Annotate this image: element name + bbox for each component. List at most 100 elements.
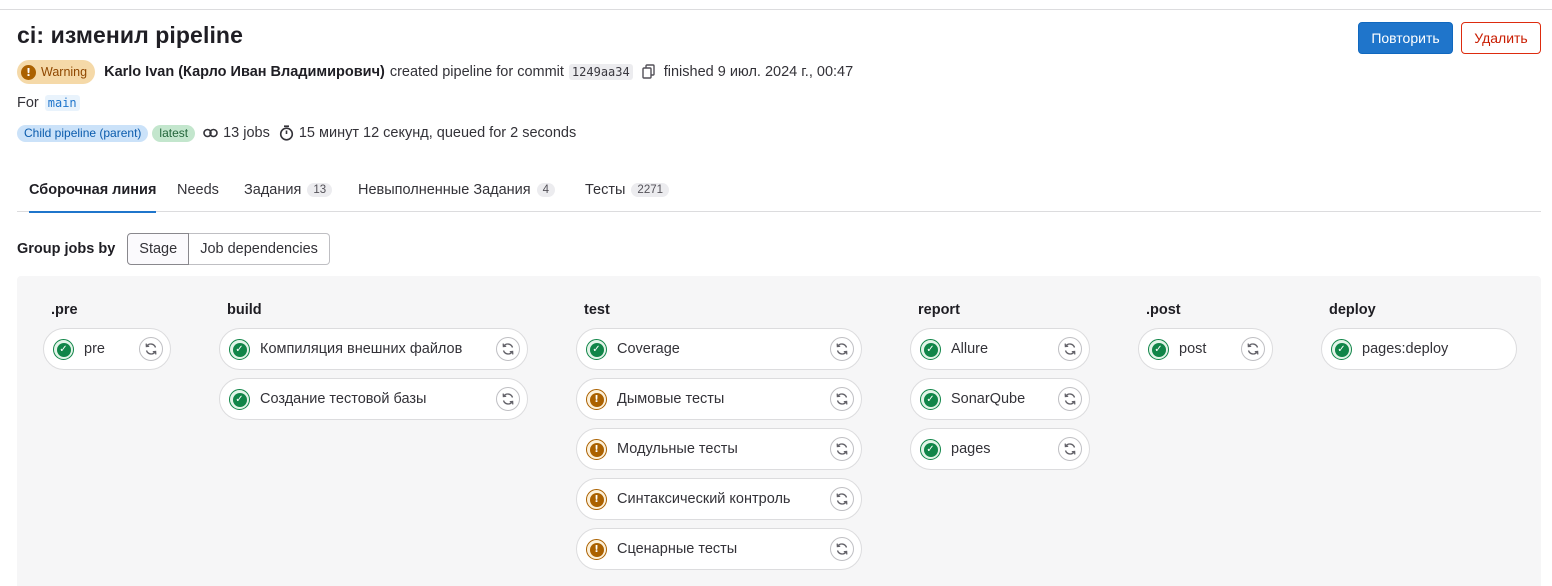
check-circle-icon: ✓ — [1148, 339, 1169, 360]
job-name: Coverage — [617, 341, 680, 357]
stage-title: .post — [1146, 302, 1181, 318]
job-item[interactable]: ✓ pages:deploy — [1321, 328, 1517, 370]
check-circle-icon: ✓ — [1331, 339, 1352, 360]
group-toggle: Stage Job dependencies — [127, 232, 330, 265]
check-circle-icon: ✓ — [229, 389, 250, 410]
retry-icon[interactable] — [1058, 387, 1082, 411]
job-item[interactable]: ✓ post — [1138, 328, 1273, 370]
job-item[interactable]: ✓ SonarQube — [910, 378, 1090, 420]
job-item[interactable]: ✓ Coverage — [576, 328, 862, 370]
tab-label: Needs — [177, 182, 219, 198]
tab-tests[interactable]: Тесты 2271 — [585, 168, 670, 212]
job-name: Allure — [951, 341, 989, 357]
status-glyph: ✓ — [923, 442, 938, 457]
job-item[interactable]: ✓ pre — [43, 328, 171, 370]
warning-circle-icon: ! — [586, 439, 607, 460]
created-text: created pipeline for commit — [389, 64, 564, 80]
job-item[interactable]: ✓ Allure — [910, 328, 1090, 370]
pipeline-tags: Child pipeline (parent) latest 13 jobs 1… — [17, 123, 576, 143]
pipeline-graph: .pre ✓ pre build ✓ Компиляция внешних файлов ✓… — [17, 276, 1541, 586]
delete-button[interactable]: Удалить — [1461, 22, 1541, 54]
copy-icon[interactable] — [642, 64, 656, 80]
tab-count: 2271 — [631, 183, 670, 197]
retry-icon[interactable] — [830, 337, 854, 361]
retry-icon[interactable] — [1058, 437, 1082, 461]
check-circle-icon: ✓ — [53, 339, 74, 360]
retry-icon[interactable] — [830, 537, 854, 561]
retry-icon[interactable] — [496, 337, 520, 361]
warning-circle-icon: ! — [586, 389, 607, 410]
job-name: SonarQube — [951, 391, 1026, 407]
job-item[interactable]: ✓ Создание тестовой базы — [219, 378, 528, 420]
warning-circle-icon: ! — [21, 64, 36, 80]
status-glyph: ! — [589, 542, 604, 557]
retry-button[interactable]: Повторить — [1358, 22, 1453, 54]
jobs-count: 13 jobs — [203, 125, 270, 141]
top-divider — [0, 9, 1552, 10]
job-name: Создание тестовой базы — [260, 391, 427, 407]
timer-icon — [279, 125, 294, 141]
warning-circle-icon: ! — [586, 539, 607, 560]
for-label: For — [17, 95, 39, 111]
tab-failed-jobs[interactable]: Невыполненные Задания 4 — [358, 168, 556, 212]
duration: 15 минут 12 секунд, queued for 2 seconds — [279, 125, 576, 141]
ref-row: For main — [17, 95, 80, 111]
retry-icon[interactable] — [830, 387, 854, 411]
job-item[interactable]: ! Сценарные тесты — [576, 528, 862, 570]
check-circle-icon: ✓ — [586, 339, 607, 360]
check-circle-icon: ✓ — [920, 339, 941, 360]
retry-icon[interactable] — [1058, 337, 1082, 361]
tab-label: Задания — [244, 182, 302, 198]
job-name: pages — [951, 441, 991, 457]
tab-label: Тесты — [585, 182, 626, 198]
status-glyph: ✓ — [589, 342, 604, 357]
stage-title: .pre — [51, 302, 78, 318]
pipeline-meta: ! Warning Karlo Ivan (Карло Иван Владими… — [17, 59, 853, 85]
page-title: ci: изменил pipeline — [17, 22, 243, 48]
job-name: Синтаксический контроль — [617, 491, 791, 507]
status-glyph: ✓ — [923, 392, 938, 407]
status-badge[interactable]: ! Warning — [17, 60, 96, 84]
group-jobs-label: Group jobs by — [17, 240, 116, 257]
link-icon — [203, 128, 219, 138]
job-name: Сценарные тесты — [617, 541, 738, 557]
status-glyph: ! — [589, 492, 604, 507]
status-glyph: ! — [589, 392, 604, 407]
status-glyph: ✓ — [232, 392, 247, 407]
commit-sha[interactable]: 1249aa34 — [568, 64, 633, 80]
child-pipeline-badge: Child pipeline (parent) — [17, 124, 149, 142]
tab-count: 4 — [536, 183, 556, 197]
status-glyph: ! — [589, 442, 604, 457]
job-name: post — [1179, 341, 1207, 357]
group-jobs-control: Group jobs by Stage Job dependencies — [17, 232, 330, 265]
tab-pipeline[interactable]: Сборочная линия — [29, 168, 157, 213]
jobs-count-label: 13 jobs — [223, 125, 270, 141]
check-circle-icon: ✓ — [920, 389, 941, 410]
job-item[interactable]: ✓ Компиляция внешних файлов — [219, 328, 528, 370]
retry-icon[interactable] — [1241, 337, 1265, 361]
job-item[interactable]: ! Синтаксический контроль — [576, 478, 862, 520]
retry-icon[interactable] — [830, 487, 854, 511]
branch-ref[interactable]: main — [44, 95, 80, 111]
tab-needs[interactable]: Needs — [177, 168, 219, 212]
status-glyph: ✓ — [923, 342, 938, 357]
tab-count: 13 — [307, 183, 333, 197]
job-item[interactable]: ! Модульные тесты — [576, 428, 862, 470]
check-circle-icon: ✓ — [229, 339, 250, 360]
group-by-stage-button[interactable]: Stage — [127, 232, 190, 265]
stage-title: test — [584, 302, 610, 318]
duration-label: 15 минут 12 секунд, queued for 2 seconds — [298, 125, 577, 141]
retry-icon[interactable] — [496, 387, 520, 411]
status-glyph: ✓ — [1334, 342, 1349, 357]
stage-title: build — [227, 302, 262, 318]
tab-jobs[interactable]: Задания 13 — [244, 168, 333, 212]
group-by-dependencies-button[interactable]: Job dependencies — [189, 232, 330, 265]
check-circle-icon: ✓ — [920, 439, 941, 460]
retry-icon[interactable] — [830, 437, 854, 461]
job-item[interactable]: ✓ pages — [910, 428, 1090, 470]
retry-icon[interactable] — [139, 337, 163, 361]
job-name: pre — [84, 341, 105, 357]
job-item[interactable]: ! Дымовые тесты — [576, 378, 862, 420]
tab-label: Невыполненные Задания — [358, 182, 531, 198]
author-name[interactable]: Karlo Ivan (Карло Иван Владимирович) — [104, 64, 385, 80]
